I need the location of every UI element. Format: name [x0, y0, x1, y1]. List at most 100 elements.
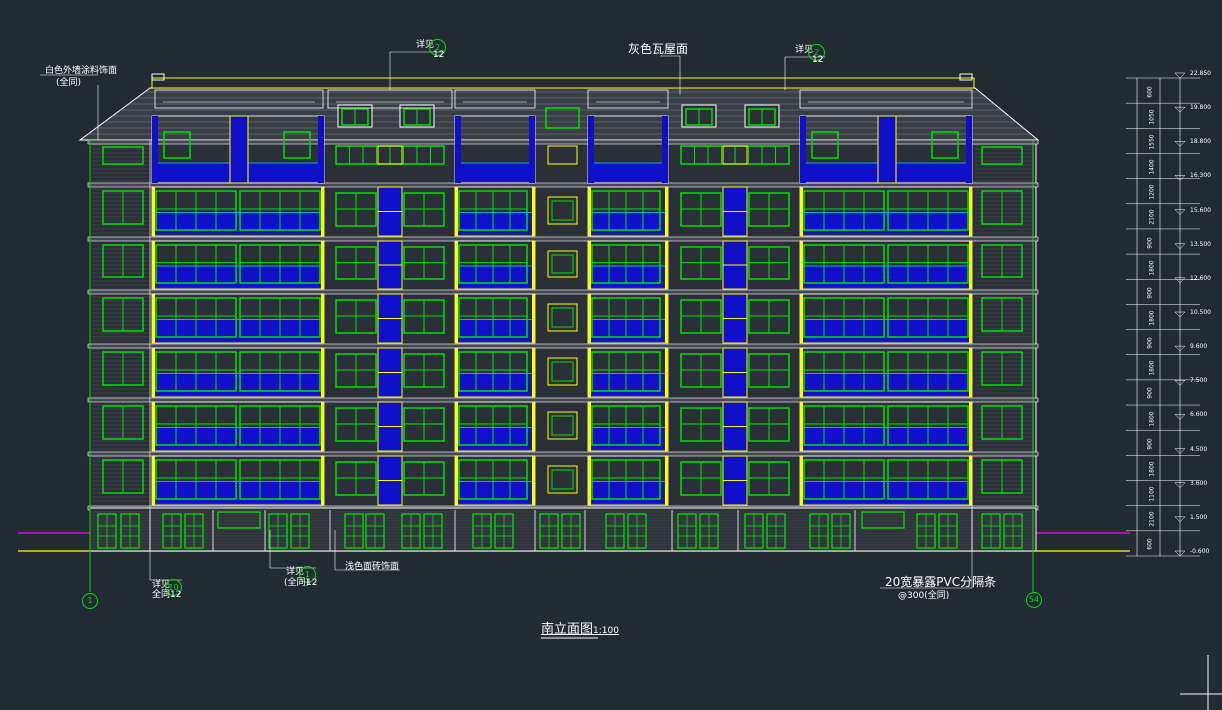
- right-dimension-chain: [1126, 72, 1200, 557]
- top-column: [588, 116, 594, 183]
- balcony-post: [588, 456, 591, 505]
- balcony-panel: [156, 427, 320, 450]
- elevation-value: 13.500: [1190, 240, 1211, 248]
- dimension-value: 600: [1146, 85, 1154, 98]
- balcony-panel: [804, 319, 968, 342]
- balcony-panel: [459, 265, 531, 288]
- building-elevation: [18, 73, 1130, 552]
- balcony-post: [532, 402, 535, 451]
- dimension-value: 1200: [1148, 184, 1156, 200]
- balcony-post: [152, 187, 155, 236]
- balcony-post: [532, 294, 535, 343]
- balcony-panel: [459, 212, 531, 235]
- balcony-post: [800, 294, 803, 343]
- drawing-scale: 1:100: [593, 626, 619, 636]
- elevation-value: 4.500: [1190, 445, 1208, 453]
- elevation-value: 18.800: [1190, 138, 1211, 146]
- balcony-post: [665, 456, 668, 505]
- top-column: [662, 116, 668, 183]
- base-note: 浅色面砖饰面: [345, 562, 400, 572]
- dimension-value: 2100: [1148, 209, 1156, 225]
- balcony-post: [152, 402, 155, 451]
- eave-note: 白色外墙涂料饰面: [45, 66, 118, 76]
- balcony-post: [800, 241, 803, 289]
- balcony-post: [588, 241, 591, 289]
- dimension-value: 1050: [1148, 109, 1156, 125]
- elevation-value: 22.850: [1190, 70, 1211, 77]
- dimension-value: 1800: [1148, 260, 1156, 276]
- dimension-value: 600: [1146, 538, 1154, 551]
- balcony-post: [532, 348, 535, 397]
- elevation-value: 6.600: [1190, 411, 1208, 419]
- floor-band: [87, 289, 1039, 295]
- balcony-post: [969, 402, 972, 451]
- balcony-post: [455, 348, 458, 397]
- dimension-value: 1800: [1148, 310, 1156, 326]
- balcony-post: [588, 348, 591, 397]
- balcony-post: [532, 241, 535, 289]
- floor-band: [87, 182, 1039, 188]
- dimension-value: 1400: [1148, 159, 1156, 175]
- balcony-panel: [156, 212, 320, 235]
- dimension-value: 1800: [1148, 410, 1156, 427]
- chimney-right: [959, 73, 973, 81]
- balcony-panel: [592, 265, 664, 288]
- dimension-value: 1100: [1148, 486, 1156, 502]
- detail-left-b-ref: 12: [306, 578, 318, 588]
- balcony-post: [969, 348, 972, 397]
- dimension-value: 900: [1146, 438, 1154, 450]
- balcony-post: [665, 402, 668, 451]
- balcony-post: [800, 402, 803, 451]
- dimension-value: 2100: [1148, 511, 1156, 527]
- elevation-marker: [1174, 72, 1186, 79]
- balcony-post: [665, 241, 668, 289]
- balcony-post: [152, 294, 155, 343]
- balcony-panel: [592, 373, 664, 396]
- balcony-panel: [592, 212, 664, 235]
- pvc-note-sub: @300(全同): [898, 591, 950, 601]
- balcony-panel: [804, 212, 968, 235]
- balcony-post: [800, 456, 803, 505]
- dimension-value: 1800: [1148, 360, 1156, 376]
- elevation-value: 19.800: [1190, 104, 1211, 112]
- balcony-post: [321, 241, 324, 289]
- top-column: [529, 116, 535, 183]
- balcony-post: [321, 456, 324, 505]
- balcony-post: [588, 187, 591, 236]
- dimension-value: 1800: [1148, 461, 1156, 477]
- axis-right-label: 54: [1028, 595, 1040, 604]
- balcony-panel: [459, 427, 531, 450]
- chimney-left: [151, 73, 165, 81]
- top-stair: [229, 115, 249, 184]
- elevation-value: 16.300: [1190, 172, 1211, 180]
- balcony-panel: [156, 481, 320, 504]
- detail-left-a-ref: 12: [170, 590, 182, 600]
- elevation-value: 7.500: [1190, 377, 1208, 385]
- axis-left-label: 1: [87, 596, 93, 605]
- balcony-post: [321, 402, 324, 451]
- balcony-post: [665, 294, 668, 343]
- top-balcony-panel: [592, 163, 664, 181]
- floor-band: [87, 236, 1039, 242]
- elevation-value: 1.500: [1190, 513, 1208, 521]
- balcony-post: [455, 402, 458, 451]
- dimension-value: 1550: [1148, 134, 1156, 150]
- balcony-post: [588, 402, 591, 451]
- top-column: [800, 116, 806, 183]
- elevation-value: 15.600: [1190, 206, 1211, 214]
- balcony-post: [152, 456, 155, 505]
- balcony-panel: [592, 319, 664, 342]
- balcony-post: [665, 348, 668, 397]
- floor-band: [87, 397, 1039, 403]
- elevation-value: 9.600: [1190, 343, 1208, 351]
- drawing-title-text: 南立面图: [541, 622, 594, 637]
- balcony-panel: [459, 319, 531, 342]
- top-column: [455, 116, 461, 183]
- balcony-post: [969, 241, 972, 289]
- balcony-post: [800, 348, 803, 397]
- balcony-panel: [459, 373, 531, 396]
- balcony-post: [532, 456, 535, 505]
- balcony-panel: [804, 373, 968, 396]
- balcony-post: [455, 456, 458, 505]
- balcony-post: [588, 294, 591, 343]
